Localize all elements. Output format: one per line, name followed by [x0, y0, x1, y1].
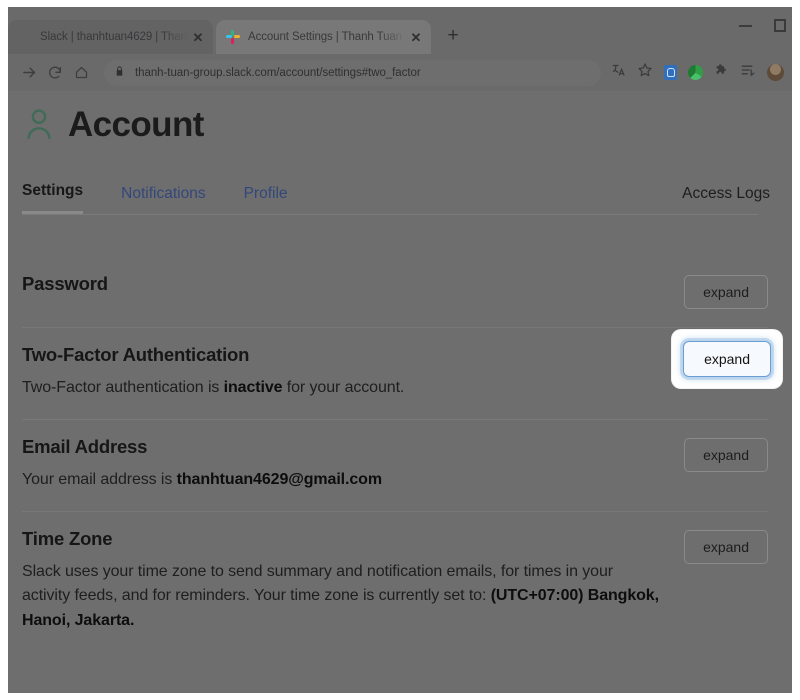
browser-tab-title: Account Settings | Thanh Tuan S — [248, 31, 407, 43]
expand-button-email[interactable]: expand — [684, 437, 768, 472]
translate-icon[interactable] — [611, 63, 626, 83]
account-tabs: Settings Notifications Profile Access Lo… — [22, 173, 770, 215]
section-title: Two-Factor Authentication — [22, 344, 250, 365]
blue-extension-icon[interactable] — [664, 65, 677, 80]
tab-settings[interactable]: Settings — [22, 182, 84, 214]
browser-tab-account-settings[interactable]: Account Settings | Thanh Tuan S ✕ — [216, 20, 431, 54]
window-controls — [739, 19, 786, 32]
profile-avatar-icon[interactable] — [767, 64, 784, 81]
section-description-prefix: Two-Factor authentication is — [22, 379, 224, 396]
dark-square-favicon-icon — [18, 30, 33, 45]
section-description-suffix: for your account. — [282, 379, 405, 396]
toolbar-icons — [607, 62, 784, 83]
focus-highlight: expand — [672, 330, 782, 388]
browser-titlebar: Slack | thanhtuan4629 | Thanh T ✕ Accoun… — [8, 7, 792, 54]
person-icon — [22, 107, 56, 143]
tab-profile[interactable]: Profile — [244, 185, 288, 214]
bookmark-star-icon[interactable] — [637, 62, 653, 83]
tab-notifications[interactable]: Notifications — [121, 185, 205, 214]
section-title: Time Zone — [22, 527, 113, 549]
section-title: Email Address — [22, 435, 148, 457]
maximize-icon[interactable] — [774, 19, 786, 32]
puzzle-extensions-icon[interactable] — [714, 63, 729, 83]
settings-row-password: Password expand — [22, 257, 768, 328]
access-logs-link[interactable]: Access Logs — [682, 185, 770, 214]
home-icon[interactable] — [68, 60, 94, 86]
slack-logo-favicon-icon — [226, 29, 241, 45]
close-icon[interactable]: ✕ — [189, 31, 207, 44]
browser-tab-slack[interactable]: Slack | thanhtuan4629 | Thanh T ✕ — [8, 20, 213, 54]
address-bar[interactable]: thanh-tuan-group.slack.com/account/setti… — [104, 59, 601, 86]
section-description-prefix: Your email address is — [22, 470, 177, 488]
close-icon[interactable]: ✕ — [407, 31, 425, 44]
browser-window: Slack | thanhtuan4629 | Thanh T ✕ Accoun… — [8, 7, 792, 693]
section-description-strong: inactive — [223, 379, 283, 396]
minimize-icon[interactable] — [739, 24, 752, 27]
section-title: Password — [22, 273, 108, 294]
address-bar-url: thanh-tuan-group.slack.com/account/setti… — [135, 66, 421, 79]
expand-button-time-zone[interactable]: expand — [684, 529, 768, 564]
section-description-strong: thanhtuan4629@gmail.com — [176, 470, 382, 488]
settings-row-time-zone: Time Zone Slack uses your time zone to s… — [22, 512, 768, 652]
expand-button-two-factor[interactable]: expand — [683, 341, 771, 377]
page-header: Account — [22, 91, 758, 151]
settings-row-email-address: Email Address Your email address is than… — [22, 420, 768, 512]
section-description: Your email address is thanhtuan4629@gmai… — [22, 468, 664, 493]
expand-button-password[interactable]: expand — [684, 275, 768, 309]
browser-toolbar: thanh-tuan-group.slack.com/account/setti… — [8, 54, 792, 91]
browser-tab-title: Slack | thanhtuan4629 | Thanh T — [40, 31, 189, 43]
reload-icon[interactable] — [42, 60, 68, 86]
tab-strip: Slack | thanhtuan4629 | Thanh T ✕ Accoun… — [8, 17, 792, 54]
section-description: Slack uses your time zone to send summar… — [22, 560, 664, 634]
page-title: Account — [68, 105, 204, 144]
lock-icon — [114, 64, 126, 82]
section-description: Two-Factor authentication is inactive fo… — [22, 376, 748, 401]
reading-list-icon[interactable] — [740, 63, 756, 82]
settings-row-two-factor-authentication: Two-Factor Authentication Two-Factor aut… — [22, 328, 782, 420]
new-tab-button[interactable]: + — [439, 23, 467, 51]
page-content: Account Settings Notifications Profile A… — [8, 91, 792, 693]
settings-sections: Password expand Two-Factor Authenticatio… — [22, 257, 782, 652]
green-globe-extension-icon[interactable] — [688, 65, 703, 80]
arrow-right-icon[interactable] — [16, 60, 42, 86]
